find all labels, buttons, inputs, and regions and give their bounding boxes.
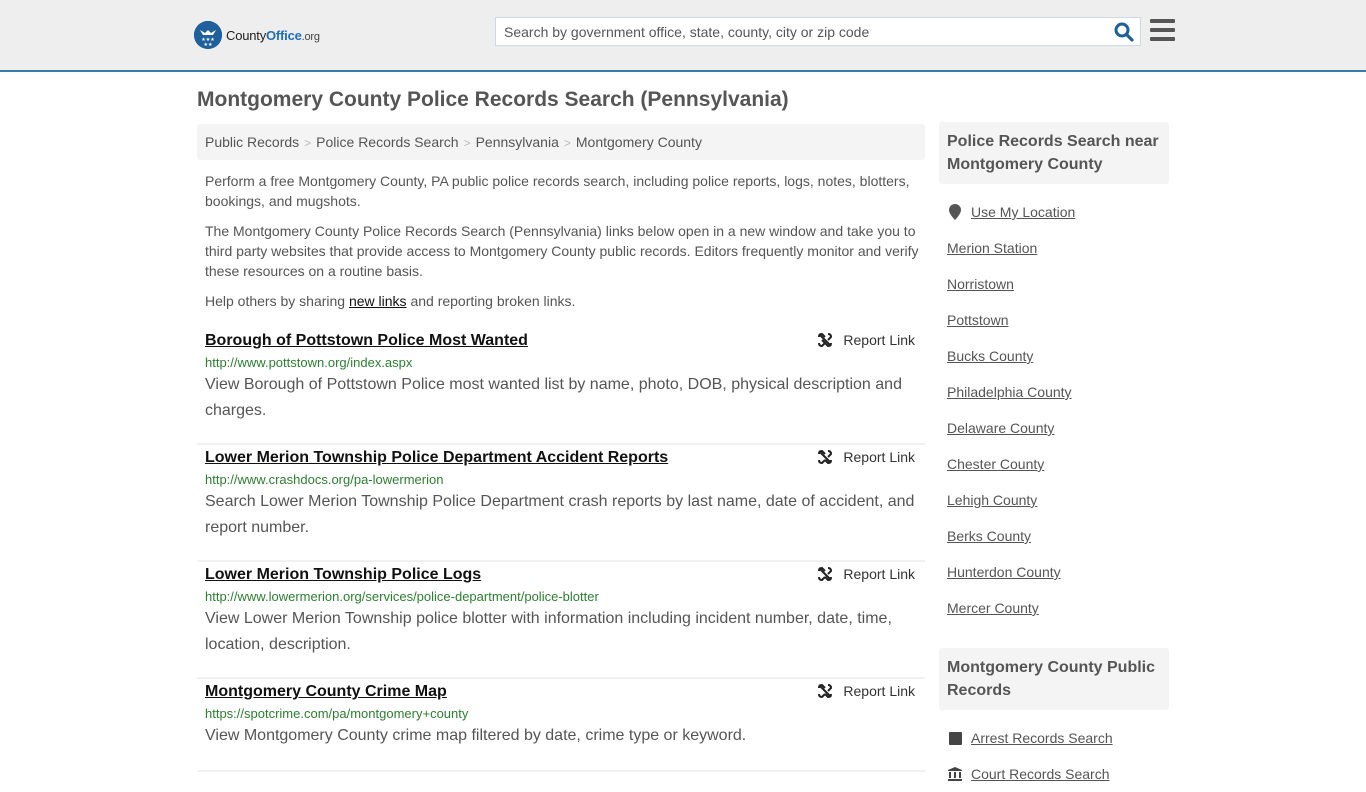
nearby-link-delaware-county[interactable]: Delaware County: [947, 420, 1054, 436]
intro-paragraph-3: Help others by sharing new links and rep…: [205, 293, 576, 309]
breadcrumb-separator: >: [304, 136, 312, 150]
nearby-link-bucks-county[interactable]: Bucks County: [947, 348, 1033, 364]
nearby-heading: Police Records Search near Montgomery Co…: [939, 122, 1169, 184]
logo-text: CountyOffice.org: [226, 27, 320, 43]
new-links-link[interactable]: new links: [349, 293, 407, 309]
map-marker-icon: [947, 204, 963, 220]
broken-link-icon: [818, 449, 833, 465]
result-url: http://www.lowermerion.org/services/poli…: [205, 589, 599, 604]
report-link-button[interactable]: Report Link: [817, 332, 915, 348]
nearby-item: Pottstown: [947, 302, 1161, 338]
result-description: Search Lower Merion Township Police Depa…: [205, 493, 915, 536]
result-title-link[interactable]: Montgomery County Crime Map: [205, 683, 447, 701]
site-header: ★★★ ★★ CountyOffice.org: [0, 0, 1366, 72]
report-link-button[interactable]: Report Link: [817, 566, 915, 582]
svg-text:★★: ★★: [204, 42, 213, 48]
nearby-item: Lehigh County: [947, 482, 1161, 518]
result-item: Lower Merion Township Police Logs Report…: [197, 562, 925, 679]
square-icon: [947, 731, 963, 745]
result-url: http://www.pottstown.org/index.aspx: [205, 355, 413, 370]
result-url: http://www.crashdocs.org/pa-lowermerion: [205, 472, 444, 487]
nearby-link-chester-county[interactable]: Chester County: [947, 456, 1044, 472]
result-title-link[interactable]: Lower Merion Township Police Logs: [205, 566, 481, 584]
result-url: https://spotcrime.com/pa/montgomery+coun…: [205, 706, 469, 721]
nearby-item: Hunterdon County: [947, 554, 1161, 590]
use-my-location-link[interactable]: Use My Location: [971, 204, 1075, 220]
search-icon: [1114, 22, 1134, 42]
public-records-list: Arrest Records Search Court Records Sear…: [939, 710, 1169, 792]
breadcrumb-separator: >: [463, 136, 471, 150]
breadcrumb-montgomery-county[interactable]: Montgomery County: [576, 134, 702, 150]
intro-text: Perform a free Montgomery County, PA pub…: [205, 171, 920, 321]
result-title-link[interactable]: Lower Merion Township Police Department …: [205, 449, 668, 467]
results-list: Borough of Pottstown Police Most Wanted …: [197, 328, 925, 772]
hamburger-menu-button[interactable]: [1150, 19, 1175, 41]
arrest-records-search-link[interactable]: Arrest Records Search: [971, 730, 1113, 746]
search-input[interactable]: [496, 18, 1106, 45]
nearby-item: Bucks County: [947, 338, 1161, 374]
report-link-button[interactable]: Report Link: [817, 683, 915, 699]
site-logo[interactable]: ★★★ ★★ CountyOffice.org: [194, 20, 320, 50]
report-link-button[interactable]: Report Link: [817, 449, 915, 465]
search-bar: [495, 17, 1141, 46]
result-description: View Montgomery County crime map filtere…: [205, 727, 747, 744]
breadcrumb-separator: >: [563, 136, 571, 150]
intro-paragraph-1: Perform a free Montgomery County, PA pub…: [205, 173, 910, 209]
nearby-link-mercer-county[interactable]: Mercer County: [947, 600, 1039, 616]
nearby-item: Merion Station: [947, 230, 1161, 266]
broken-link-icon: [818, 566, 833, 582]
nearby-item: Berks County: [947, 518, 1161, 554]
result-description: View Lower Merion Township police blotte…: [205, 610, 892, 653]
breadcrumb-pennsylvania[interactable]: Pennsylvania: [476, 134, 559, 150]
sidebar: Police Records Search near Montgomery Co…: [939, 122, 1169, 792]
result-item: Lower Merion Township Police Department …: [197, 445, 925, 562]
nearby-link-berks-county[interactable]: Berks County: [947, 528, 1031, 544]
breadcrumb: Public Records > Police Records Search > Pen…: [197, 124, 925, 160]
nearby-link-pottstown[interactable]: Pottstown: [947, 312, 1008, 328]
search-button[interactable]: [1114, 22, 1134, 42]
result-title-link[interactable]: Borough of Pottstown Police Most Wanted: [205, 332, 528, 350]
nearby-link-philadelphia-county[interactable]: Philadelphia County: [947, 384, 1072, 400]
court-records-search-link[interactable]: Court Records Search: [971, 766, 1110, 782]
nearby-item: Philadelphia County: [947, 374, 1161, 410]
broken-link-icon: [818, 332, 833, 348]
public-records-block: Montgomery County Public Records Arrest …: [939, 648, 1169, 792]
breadcrumb-police-records-search[interactable]: Police Records Search: [316, 134, 458, 150]
public-records-heading: Montgomery County Public Records: [939, 648, 1169, 710]
nearby-link-norristown[interactable]: Norristown: [947, 276, 1014, 292]
use-my-location-item: Use My Location: [947, 194, 1161, 230]
result-description: View Borough of Pottstown Police most wa…: [205, 376, 902, 419]
broken-link-icon: [818, 683, 833, 699]
nearby-item: Delaware County: [947, 410, 1161, 446]
hamburger-menu-icon: [1150, 19, 1175, 23]
nearby-link-lehigh-county[interactable]: Lehigh County: [947, 492, 1037, 508]
breadcrumb-public-records[interactable]: Public Records: [205, 134, 299, 150]
result-item: Borough of Pottstown Police Most Wanted …: [197, 328, 925, 445]
public-records-item: Court Records Search: [947, 756, 1161, 792]
result-item: Montgomery County Crime Map Report Link …: [197, 679, 925, 772]
nearby-list: Use My Location Merion Station Norristow…: [939, 184, 1169, 626]
public-records-item: Arrest Records Search: [947, 720, 1161, 756]
nearby-item: Norristown: [947, 266, 1161, 302]
nearby-item: Mercer County: [947, 590, 1161, 626]
logo-emblem-icon: ★★★ ★★: [194, 21, 222, 49]
nearby-link-merion-station[interactable]: Merion Station: [947, 240, 1037, 256]
page-title: Montgomery County Police Records Search …: [197, 88, 789, 111]
nearby-item: Chester County: [947, 446, 1161, 482]
intro-paragraph-2: The Montgomery County Police Records Sea…: [205, 223, 919, 279]
nearby-link-hunterdon-county[interactable]: Hunterdon County: [947, 564, 1061, 580]
courthouse-icon: [947, 767, 963, 781]
